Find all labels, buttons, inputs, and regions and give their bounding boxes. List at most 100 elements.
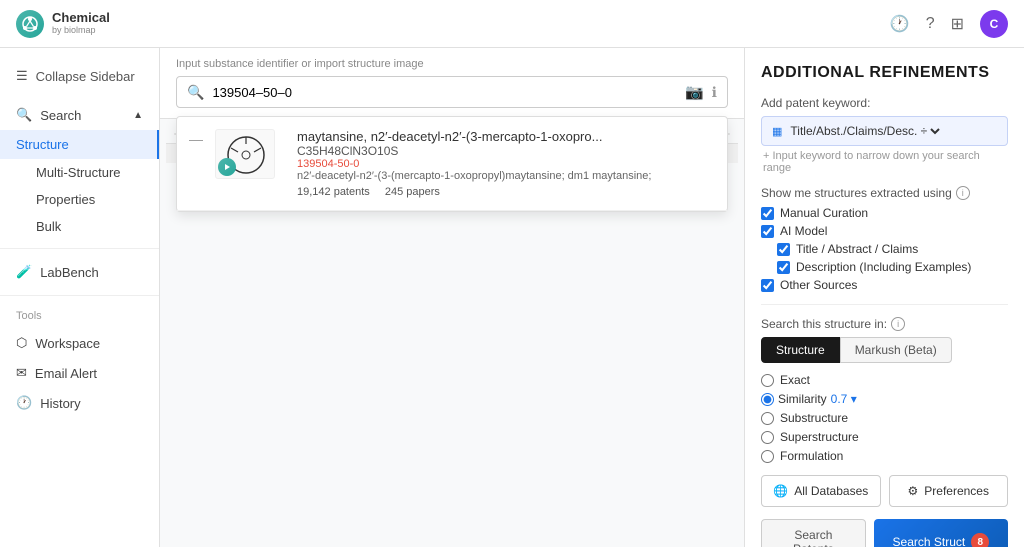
show-structures-info-icon[interactable]: i: [956, 186, 970, 200]
all-databases-btn[interactable]: 🌐 All Databases: [761, 475, 881, 507]
sidebar-item-bulk[interactable]: Bulk: [0, 213, 159, 240]
sidebar-item-labbench[interactable]: 🧪 LabBench: [0, 257, 159, 287]
keyword-select[interactable]: Title/Abst./Claims/Desc. ÷: [786, 123, 943, 139]
chevron-icon: ▲: [133, 110, 143, 121]
checkbox-other-sources: Other Sources: [761, 278, 1008, 292]
history-icon: 🕐: [16, 395, 32, 411]
similarity-value-btn[interactable]: 0.7 ▾: [831, 392, 857, 406]
logo-area: Chemical by biolmap: [16, 10, 110, 38]
radio-exact: Exact: [761, 373, 1008, 387]
manual-curation-checkbox[interactable]: [761, 207, 774, 220]
search-area-label: Input substance identifier or import str…: [176, 58, 728, 70]
keyword-icon: ▦: [772, 125, 782, 138]
preferences-btn[interactable]: ⚙ Preferences: [889, 475, 1009, 507]
clock-icon[interactable]: 🕐: [890, 14, 910, 34]
autocomplete-cas: 139504-50-0: [297, 158, 715, 170]
search-patents-btn[interactable]: Search Patents: [761, 519, 866, 547]
divider2: [0, 295, 159, 296]
checkbox-manual-curation: Manual Curation: [761, 206, 1008, 220]
labbench-icon: 🧪: [16, 264, 32, 280]
app-sub: by biolmap: [52, 26, 110, 36]
sidebar-item-search[interactable]: 🔍 Search ▲: [0, 100, 159, 130]
mol-image: [215, 129, 275, 179]
collapse-label: Collapse Sidebar: [36, 69, 135, 84]
grid-icon[interactable]: ⊞: [951, 14, 964, 34]
search-type-tabs: Structure Markush (Beta): [761, 337, 1008, 363]
tab-structure[interactable]: Structure: [761, 337, 840, 363]
search-input-wrapper: 🔍 📷 ℹ: [176, 76, 728, 108]
sidebar-item-workspace[interactable]: ⬡ Workspace: [0, 328, 159, 358]
help-icon[interactable]: ?: [926, 15, 935, 33]
autocomplete-aliases: n2′-deacetyl-n2′-(3-(mercapto-1-oxopropy…: [297, 170, 677, 182]
collapse-icon: ☰: [16, 68, 28, 84]
ai-model-checkbox[interactable]: [761, 225, 774, 238]
right-panel: ADDITIONAL REFINEMENTS Add patent keywor…: [744, 48, 1024, 547]
collapse-sidebar-btn[interactable]: ☰ Collapse Sidebar: [0, 60, 159, 92]
search-input-icon: 🔍: [187, 84, 204, 101]
logo-icon: [16, 10, 44, 38]
title-abstract-checkbox[interactable]: [777, 243, 790, 256]
show-structures-label: Show me structures extracted using i: [761, 186, 1008, 200]
autocomplete-item[interactable]: —: [177, 117, 727, 211]
structure-label: Structure: [16, 137, 69, 152]
search-icon: 🔍: [16, 107, 32, 123]
superstructure-radio[interactable]: [761, 431, 774, 444]
keyword-select-row: ▦ Title/Abst./Claims/Desc. ÷: [761, 116, 1008, 146]
panel-title: ADDITIONAL REFINEMENTS: [761, 64, 1008, 82]
autocomplete-dropdown: —: [176, 116, 728, 212]
tab-markush[interactable]: Markush (Beta): [840, 337, 952, 363]
avatar[interactable]: C: [980, 10, 1008, 38]
checkbox-ai-model: AI Model: [761, 224, 1008, 238]
section-divider: [761, 304, 1008, 305]
search-buttons-row: Search Patents Search Struct 8: [761, 519, 1008, 547]
sidebar-item-structure[interactable]: Structure: [0, 130, 159, 159]
keyword-label: Add patent keyword:: [761, 96, 1008, 110]
main-layout: ☰ Collapse Sidebar 🔍 Search ▲ Structure …: [0, 48, 1024, 547]
action-row: 🌐 All Databases ⚙ Preferences: [761, 475, 1008, 507]
sidebar: ☰ Collapse Sidebar 🔍 Search ▲ Structure …: [0, 48, 160, 547]
autocomplete-name: maytansine, n2′-deacetyl-n2′-(3-mercapto…: [297, 129, 715, 144]
sidebar-item-email-alert[interactable]: ✉ Email Alert: [0, 358, 159, 388]
autocomplete-formula: C35H48ClN3O10S: [297, 144, 715, 158]
search-area: Input substance identifier or import str…: [160, 48, 744, 119]
search-in-info-icon[interactable]: i: [891, 317, 905, 331]
gear-icon: ⚙: [908, 484, 919, 498]
patent-count: 19,142 patents: [297, 186, 370, 198]
search-in-label: Search this structure in: i: [761, 317, 1008, 331]
camera-icon[interactable]: 📷: [685, 83, 704, 101]
mol-preview: [215, 129, 285, 189]
radio-formulation: Formulation: [761, 449, 1008, 463]
sidebar-item-history[interactable]: 🕐 History: [0, 388, 159, 418]
sidebar-item-properties[interactable]: Properties: [0, 186, 159, 213]
autocomplete-info: maytansine, n2′-deacetyl-n2′-(3-mercapto…: [297, 129, 715, 198]
search-input[interactable]: [212, 85, 677, 100]
info-icon[interactable]: ℹ: [712, 84, 717, 101]
badge-count: 8: [971, 533, 989, 547]
autocomplete-counts: 19,142 patents 245 papers: [297, 186, 715, 198]
radio-substructure: Substructure: [761, 411, 1008, 425]
search-structure-btn[interactable]: Search Struct 8: [874, 519, 1008, 547]
description-checkbox[interactable]: [777, 261, 790, 274]
sidebar-item-multi-structure[interactable]: Multi-Structure: [0, 159, 159, 186]
search-label: Search: [40, 108, 81, 123]
substructure-radio[interactable]: [761, 412, 774, 425]
radio-superstructure: Superstructure: [761, 430, 1008, 444]
similarity-radio[interactable]: [761, 393, 774, 406]
email-icon: ✉: [16, 365, 27, 381]
app-name: Chemical: [52, 11, 110, 25]
keyword-hint[interactable]: + Input keyword to narrow down your sear…: [761, 150, 1008, 174]
formulation-radio[interactable]: [761, 450, 774, 463]
checkbox-title-abstract: Title / Abstract / Claims: [761, 242, 1008, 256]
content-area: Input substance identifier or import str…: [160, 48, 744, 547]
radio-similarity: Similarity 0.7 ▾: [761, 392, 1008, 406]
workspace-icon: ⬡: [16, 335, 27, 351]
exact-radio[interactable]: [761, 374, 774, 387]
checkbox-description: Description (Including Examples): [761, 260, 1008, 274]
other-sources-checkbox[interactable]: [761, 279, 774, 292]
divider: [0, 248, 159, 249]
tools-label: Tools: [0, 304, 159, 328]
dash: —: [189, 131, 203, 147]
paper-count: 245 papers: [385, 186, 440, 198]
globe-icon: 🌐: [773, 484, 788, 498]
top-nav: Chemical by biolmap 🕐 ? ⊞ C: [0, 0, 1024, 48]
